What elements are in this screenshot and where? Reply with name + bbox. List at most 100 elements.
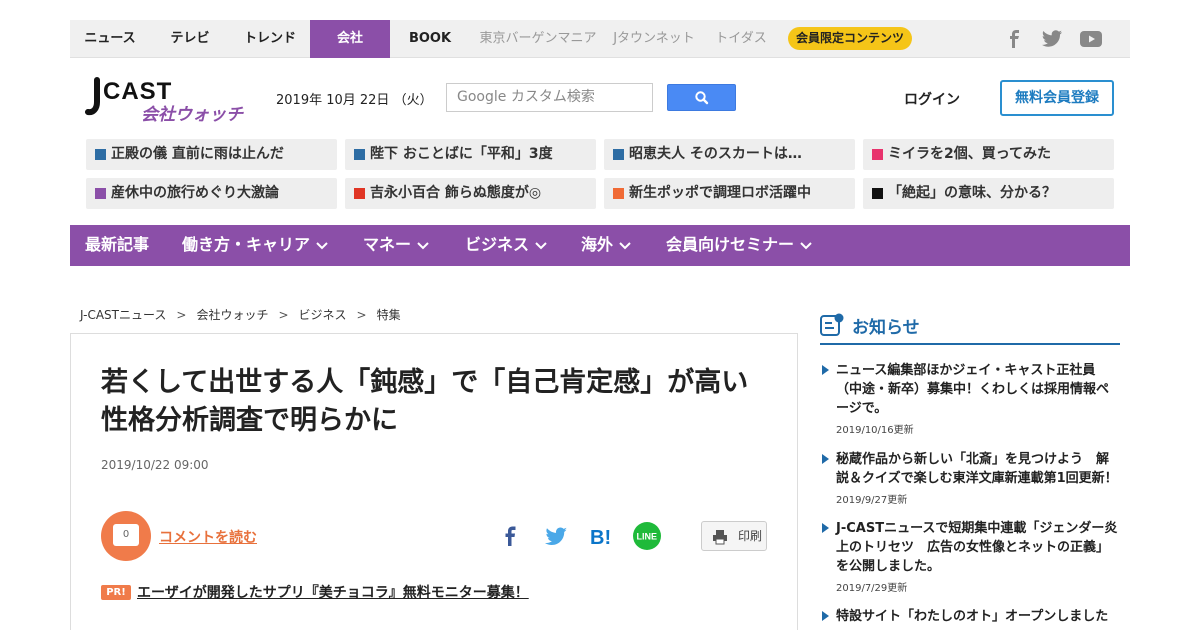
topnav-item-bargain[interactable]: 東京バーゲンマニア — [474, 20, 602, 58]
svg-text:B!: B! — [590, 527, 611, 549]
trending-item[interactable]: 陛下 おことばに「平和」3度 — [345, 139, 596, 170]
breadcrumb-item[interactable]: J-CASTニュース — [80, 308, 166, 322]
chevron-down-icon — [619, 241, 631, 249]
svg-text:会社ウォッチ: 会社ウォッチ — [141, 105, 244, 125]
breadcrumb-item[interactable]: ビジネス — [299, 308, 347, 322]
trending-item[interactable]: 昭恵夫人 そのスカートは… — [604, 139, 855, 170]
notice-icon — [820, 313, 844, 336]
notice-updated: 2019/10/16更新 — [836, 425, 914, 436]
category-latest[interactable]: 最新記事 — [85, 225, 149, 266]
search-button[interactable] — [667, 84, 736, 111]
category-label: 最新記事 — [85, 235, 150, 254]
trending-marker — [872, 149, 883, 160]
topnav-item-book[interactable]: BOOK — [390, 20, 470, 58]
category-navigation: 最新記事 働き方・キャリア マネー ビジネス 海外 会員向けセミナー — [70, 225, 1130, 266]
topnav-item-trend[interactable]: トレンド — [230, 20, 310, 58]
notice-divider — [820, 343, 1120, 345]
trending-label: 新生ポッポで調理ロボ活躍中 — [629, 185, 811, 201]
trending-marker — [95, 149, 106, 160]
topnav-item-tv[interactable]: テレビ — [150, 20, 230, 58]
print-button[interactable]: 印刷 — [701, 521, 767, 551]
trending-item[interactable]: 産休中の旅行めぐり大激論 — [86, 178, 337, 209]
breadcrumb-separator: > — [356, 308, 367, 322]
notice-heading: お知らせ — [852, 318, 920, 338]
trending-item[interactable]: ミイラを2個、買ってみた — [863, 139, 1114, 170]
free-signup-button[interactable]: 無料会員登録 — [1000, 80, 1114, 116]
current-date: 2019年 10月 22日 （火） — [276, 93, 433, 108]
notice-item[interactable]: 秘蔵作品から新しい「北斎」を見つけよう 解説＆クイズで楽しむ東洋文庫新連載第1回… — [820, 450, 1120, 506]
category-overseas[interactable]: 海外 — [581, 225, 631, 266]
triangle-bullet-icon — [822, 454, 829, 464]
print-label: 印刷 — [738, 529, 763, 543]
svg-text:LINE: LINE — [637, 532, 658, 542]
breadcrumb-item: 特集 — [376, 308, 401, 322]
notice-updated: 2019/7/29更新 — [836, 583, 908, 594]
trending-marker — [872, 188, 883, 199]
facebook-icon[interactable] — [1006, 30, 1024, 48]
printer-icon — [713, 530, 727, 545]
notice-item[interactable]: 特設サイト「わたしのオト」オープンしました — [820, 607, 1120, 626]
trending-item[interactable]: 新生ポッポで調理ロボ活躍中 — [604, 178, 855, 209]
hatena-bookmark-icon[interactable]: B! — [588, 522, 616, 550]
category-business[interactable]: ビジネス — [465, 225, 547, 266]
comment-count: 0 — [113, 524, 139, 546]
trending-marker — [354, 188, 365, 199]
category-label: 海外 — [581, 235, 614, 254]
trending-label: 「絶起」の意味、分かる？ — [888, 185, 1056, 201]
trending-marker — [354, 149, 365, 160]
trending-item[interactable]: 吉永小百合 飾らぬ態度が◎ — [345, 178, 596, 209]
chevron-down-icon — [417, 241, 429, 249]
trending-label: ミイラを2個、買ってみた — [888, 146, 1052, 162]
read-comments-link[interactable]: コメントを読む — [159, 527, 257, 547]
breadcrumb-item[interactable]: 会社ウォッチ — [196, 308, 268, 322]
triangle-bullet-icon — [822, 523, 829, 533]
trending-marker — [613, 188, 624, 199]
breadcrumb: J-CASTニュース > 会社ウォッチ > ビジネス > 特集 — [80, 306, 401, 323]
trending-label: 正殿の儀 直前に雨は止んだ — [111, 146, 284, 162]
search-input[interactable]: Google カスタム検索 — [446, 83, 653, 112]
pr-badge: PR! — [101, 585, 131, 600]
trending-label: 昭恵夫人 そのスカートは… — [629, 146, 802, 162]
breadcrumb-separator: > — [176, 308, 187, 322]
search-icon — [695, 91, 709, 105]
twitter-icon[interactable] — [1042, 30, 1062, 48]
category-money[interactable]: マネー — [363, 225, 429, 266]
triangle-bullet-icon — [822, 611, 829, 621]
category-label: マネー — [363, 235, 412, 254]
article-title: 若くして出世する人「鈍感」で「自己肯定感」が高い 性格分析調査で明らかに — [101, 367, 776, 436]
topnav-item-company[interactable]: 会社 — [310, 20, 390, 58]
pr-link[interactable]: エーザイが開発したサプリ『美チョコラ』無料モニター募集！ — [137, 582, 529, 602]
trending-marker — [95, 188, 106, 199]
youtube-icon[interactable] — [1080, 30, 1102, 48]
article-date: 2019/10/22 09:00 — [101, 458, 209, 472]
trending-label: 産休中の旅行めぐり大激論 — [111, 185, 279, 201]
trending-marker — [613, 149, 624, 160]
trending-item[interactable]: 「絶起」の意味、分かる？ — [863, 178, 1114, 209]
triangle-bullet-icon — [822, 365, 829, 375]
notice-text: 秘蔵作品から新しい「北斎」を見つけよう 解説＆クイズで楽しむ東洋文庫新連載第1回… — [836, 452, 1118, 486]
category-label: 働き方・キャリア — [182, 235, 311, 254]
category-seminar[interactable]: 会員向けセミナー — [666, 225, 812, 266]
notice-text: ニュース編集部ほかジェイ・キャスト正社員（中途・新卒）募集中！くわしくは採用情報… — [836, 363, 1110, 416]
chevron-down-icon — [535, 241, 547, 249]
notice-text: 特設サイト「わたしのオト」オープンしました — [836, 609, 1109, 624]
breadcrumb-separator: > — [278, 308, 289, 322]
login-link[interactable]: ログイン — [904, 89, 960, 109]
trending-label: 吉永小百合 飾らぬ態度が◎ — [370, 185, 542, 201]
category-career[interactable]: 働き方・キャリア — [182, 225, 328, 266]
notice-item[interactable]: ニュース編集部ほかジェイ・キャスト正社員（中途・新卒）募集中！くわしくは採用情報… — [820, 361, 1120, 436]
notice-item[interactable]: J-CASTニュースで短期集中連載「ジェンダー炎上のトリセツ 広告の女性像とネッ… — [820, 519, 1120, 594]
topnav-item-toidas[interactable]: トイダス — [708, 20, 774, 58]
line-icon[interactable]: LINE — [633, 522, 661, 550]
notice-updated: 2019/9/27更新 — [836, 495, 908, 506]
jcast-company-watch-logo[interactable]: CAST 会社ウォッチ — [85, 76, 255, 126]
members-only-button[interactable]: 会員限定コンテンツ — [788, 27, 912, 50]
chevron-down-icon — [800, 241, 812, 249]
facebook-icon[interactable] — [497, 522, 525, 550]
topnav-item-jtown[interactable]: Jタウンネット — [606, 20, 702, 58]
topnav-item-news[interactable]: ニュース — [70, 20, 150, 58]
svg-text:CAST: CAST — [103, 78, 172, 105]
twitter-icon[interactable] — [542, 522, 570, 550]
trending-item[interactable]: 正殿の儀 直前に雨は止んだ — [86, 139, 337, 170]
trending-label: 陛下 おことばに「平和」3度 — [370, 146, 553, 162]
